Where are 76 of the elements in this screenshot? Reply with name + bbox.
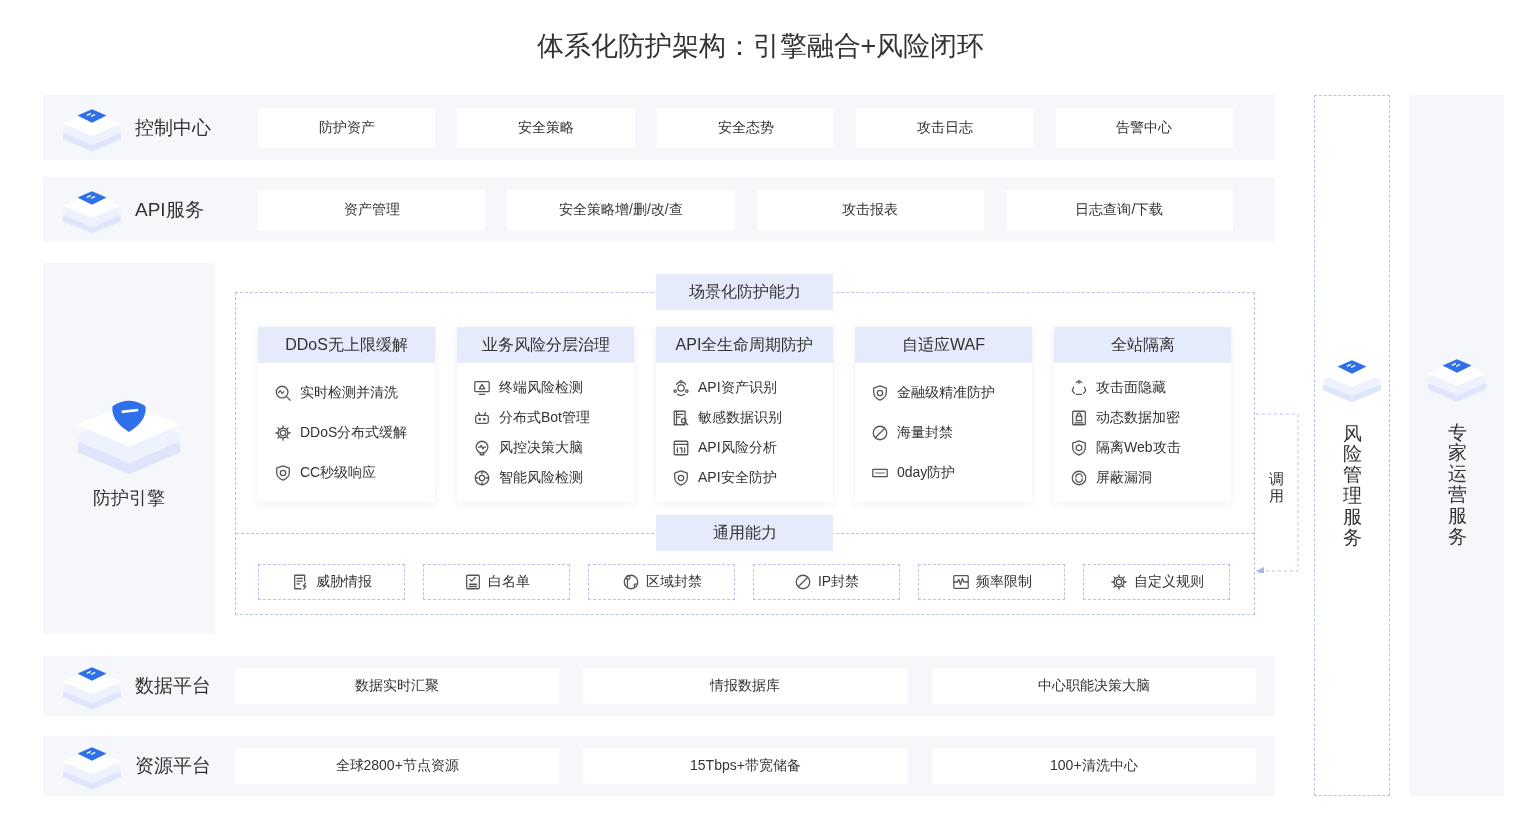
section-title: 场景化防护能力 <box>656 274 833 310</box>
capability-item: 隔离Web攻击 <box>1096 438 1181 457</box>
page-title: 体系化防护架构：引擎融合+风险闭环 <box>536 30 985 63</box>
feature-tile: 15Tbps+带宽储备 <box>583 748 908 784</box>
target-icon <box>473 468 491 487</box>
feature-tile: 资产管理 <box>258 189 486 230</box>
feature-tile: 防护资产 <box>258 107 436 148</box>
call-label: 调用 <box>1269 471 1284 504</box>
capability-item: DDoS分布式缓解 <box>300 423 408 442</box>
gear-icon <box>274 423 292 442</box>
common-capability: IP封禁 <box>753 564 900 600</box>
gear-icon <box>1109 573 1128 591</box>
recycle-icon <box>1070 378 1088 397</box>
service-title: 专家运营服务 <box>1447 422 1467 548</box>
section-title: 通用能力 <box>656 515 833 551</box>
network-icon <box>672 378 690 397</box>
capability-item: 金融级精准防护 <box>897 383 995 402</box>
capability-item: 分布式Bot管理 <box>499 408 590 427</box>
capability-item: 智能风险检测 <box>499 468 583 487</box>
layer-title: 资源平台 <box>135 754 211 778</box>
capability-item: 攻击面隐藏 <box>1096 378 1166 397</box>
search-icon <box>274 383 292 402</box>
card-title: 全站隔离 <box>1054 327 1231 363</box>
layer-title: 控制中心 <box>135 115 211 140</box>
common-capability: 频率限制 <box>918 564 1065 600</box>
feature-tile: 攻击报表 <box>756 189 984 230</box>
service-title: 风险管理服务 <box>1342 423 1362 549</box>
capability-item: 屏蔽漏洞 <box>1096 468 1152 487</box>
checklist-icon <box>463 573 482 591</box>
capability-item: 海量封禁 <box>897 423 953 442</box>
engine-title: 防护引擎 <box>93 486 165 510</box>
capability-item: 敏感数据识别 <box>698 408 782 427</box>
capability-item: 风控决策大脑 <box>499 438 583 457</box>
capability-item: 实时检测并清洗 <box>300 383 398 402</box>
capability-item: 终端风险检测 <box>499 378 583 397</box>
capability-item: API资产识别 <box>698 378 777 397</box>
feature-tile: 安全态势 <box>656 107 835 148</box>
card-title: DDoS无上限缓解 <box>258 327 435 363</box>
capability-item: API风险分析 <box>698 438 777 457</box>
brain-icon <box>473 438 491 457</box>
card-title: 自适应WAF <box>855 327 1032 363</box>
common-capability: 区域封禁 <box>588 564 735 600</box>
globe-icon <box>621 573 640 591</box>
pulse-icon <box>951 573 970 591</box>
window-icon <box>672 438 690 457</box>
feature-tile: 100+清洗中心 <box>931 748 1256 784</box>
card-title: API全生命周期防护 <box>656 327 833 363</box>
capability-item: CC秒级响应 <box>300 463 377 482</box>
feature-tile: 安全策略增/删/改/查 <box>507 189 735 230</box>
feature-tile: 日志查询/下载 <box>1005 189 1233 230</box>
feature-tile: 数据实时汇聚 <box>235 668 560 704</box>
shield-icon <box>672 468 690 487</box>
common-capability: 威胁情报 <box>258 564 405 600</box>
document-search-icon <box>672 408 690 427</box>
capability-item: 0day防护 <box>897 463 956 482</box>
layer-title: API服务 <box>135 197 204 222</box>
layer-title: 数据平台 <box>135 674 211 698</box>
shield-icon <box>274 463 292 482</box>
feature-tile: 告警中心 <box>1055 107 1234 148</box>
feature-tile: 情报数据库 <box>583 668 908 704</box>
shield-icon <box>871 383 889 402</box>
common-capability: 白名单 <box>423 564 570 600</box>
feature-tile: 中心职能决策大脑 <box>931 668 1256 704</box>
feature-tile: 攻击日志 <box>856 107 1034 148</box>
ban-icon <box>871 423 889 442</box>
lock-icon <box>1070 408 1088 427</box>
warning-monitor-icon <box>473 378 491 397</box>
ban-icon <box>793 573 812 591</box>
feature-tile: 全球2800+节点资源 <box>235 748 560 784</box>
capability-item: 动态数据加密 <box>1096 408 1180 427</box>
card-title: 业务风险分层治理 <box>457 327 634 363</box>
refresh-icon <box>1070 468 1088 487</box>
common-capability: 自定义规则 <box>1083 564 1230 600</box>
capability-item: API安全防护 <box>698 468 777 487</box>
shield-icon <box>1070 438 1088 457</box>
feature-tile: 安全策略 <box>457 107 635 148</box>
